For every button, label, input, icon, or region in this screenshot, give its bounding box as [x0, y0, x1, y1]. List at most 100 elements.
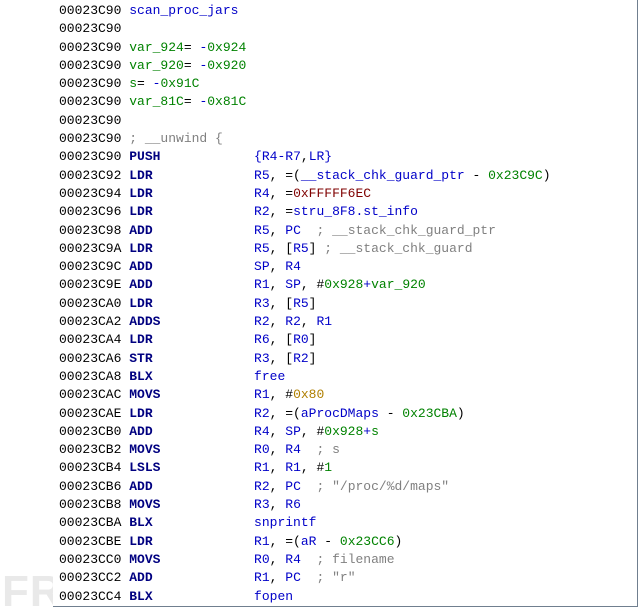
address: 00023CB2: [59, 442, 129, 457]
token: LDR: [129, 204, 254, 219]
token: 0x23CBA: [402, 406, 457, 421]
disasm-line[interactable]: 00023CA6 STR R3, [R2]: [59, 350, 637, 368]
token: R2: [254, 314, 270, 329]
token: {R4: [254, 149, 277, 164]
token: ,: [270, 424, 286, 439]
token: ; s: [316, 442, 339, 457]
token: =: [184, 58, 200, 73]
disasm-line[interactable]: 00023CB8 MOVS R3, R6: [59, 496, 637, 514]
token: MOVS: [129, 442, 254, 457]
token: MOVS: [129, 387, 254, 402]
address: 00023CBE: [59, 534, 129, 549]
disasm-line[interactable]: 00023C9E ADD R1, SP, #0x928+var_920: [59, 276, 637, 294]
disasm-line[interactable]: 00023CC4 BLX fopen: [59, 588, 637, 606]
address: 00023C9A: [59, 241, 129, 256]
disasm-line[interactable]: 00023CAC MOVS R1, #0x80: [59, 386, 637, 404]
token: LDR: [129, 332, 254, 347]
token: MOVS: [129, 552, 254, 567]
token: R2: [254, 479, 270, 494]
token: 0x924: [207, 40, 246, 55]
token: BLX: [129, 369, 254, 384]
token: R0: [254, 552, 270, 567]
disasm-line[interactable]: 00023CB4 LSLS R1, R1, #1: [59, 459, 637, 477]
disasm-line[interactable]: 00023C90 s= -0x91C: [59, 75, 637, 93]
token: , [: [270, 332, 293, 347]
disasm-line[interactable]: 00023CA2 ADDS R2, R2, R1: [59, 313, 637, 331]
token: ADD: [129, 479, 254, 494]
disasm-line[interactable]: 00023C98 ADD R5, PC ; __stack_chk_guard_…: [59, 222, 637, 240]
token: PC: [285, 570, 301, 585]
token: ): [543, 168, 551, 183]
disasm-line[interactable]: 00023C9C ADD SP, R4: [59, 258, 637, 276]
address: 00023C90: [59, 149, 129, 164]
disasm-line[interactable]: 00023C90 var_924= -0x924: [59, 39, 637, 57]
disasm-line[interactable]: 00023CBE LDR R1, =(aR - 0x23CC6): [59, 533, 637, 551]
token: __stack_chk_guard_ptr: [301, 168, 465, 183]
token: [301, 223, 317, 238]
token: R6: [254, 332, 270, 347]
token: fopen: [254, 589, 293, 604]
disasm-line[interactable]: 00023C90: [59, 112, 637, 130]
disasm-line[interactable]: 00023CC2 ADD R1, PC ; "r": [59, 569, 637, 587]
token: 0x928: [324, 424, 363, 439]
token: , [: [270, 241, 293, 256]
disasm-line[interactable]: 00023C90 scan_proc_jars: [59, 2, 637, 20]
token: R1: [316, 314, 332, 329]
disasm-line[interactable]: 00023C90 var_920= -0x920: [59, 57, 637, 75]
token: ): [395, 534, 403, 549]
disasm-line[interactable]: 00023CBA BLX snprintf: [59, 514, 637, 532]
address: 00023C98: [59, 223, 129, 238]
token: -: [379, 406, 402, 421]
disasm-line[interactable]: 00023C90: [59, 20, 637, 38]
token: R4: [254, 424, 270, 439]
disasm-line[interactable]: 00023C9A LDR R5, [R5] ; __stack_chk_guar…: [59, 240, 637, 258]
token: LSLS: [129, 460, 254, 475]
address: 00023CB0: [59, 424, 129, 439]
token: ; __unwind {: [129, 131, 223, 146]
disasm-line[interactable]: 00023CAE LDR R2, =(aProcDMaps - 0x23CBA): [59, 405, 637, 423]
token: var_924: [129, 40, 184, 55]
address: 00023C9C: [59, 259, 129, 274]
disassembly-view[interactable]: 00023C90 scan_proc_jars00023C90 00023C90…: [53, 0, 638, 607]
token: LDR: [129, 406, 254, 421]
token: ADD: [129, 570, 254, 585]
token: =: [184, 94, 200, 109]
disasm-line[interactable]: 00023C92 LDR R5, =(__stack_chk_guard_ptr…: [59, 167, 637, 185]
disasm-line[interactable]: 00023CA0 LDR R3, [R5]: [59, 295, 637, 313]
disasm-line[interactable]: 00023C94 LDR R4, =0xFFFFF6EC: [59, 185, 637, 203]
token: MOVS: [129, 497, 254, 512]
token: [301, 552, 317, 567]
token: scan_proc_jars: [129, 3, 238, 18]
token: [301, 442, 317, 457]
disasm-line[interactable]: 00023CA4 LDR R6, [R0]: [59, 331, 637, 349]
token: LDR: [129, 186, 254, 201]
token: R2: [293, 351, 309, 366]
token: ; __stack_chk_guard_ptr: [316, 223, 495, 238]
disasm-line[interactable]: 00023C90 var_81C= -0x81C: [59, 93, 637, 111]
token: PUSH: [129, 149, 254, 164]
disasm-line[interactable]: 00023C90 ; __unwind {: [59, 130, 637, 148]
token: ,: [301, 149, 309, 164]
token: LDR: [129, 168, 254, 183]
disasm-line[interactable]: 00023C90 PUSH {R4-R7,LR}: [59, 148, 637, 166]
token: SP: [285, 424, 301, 439]
address: 00023C90: [59, 131, 129, 146]
disasm-line[interactable]: 00023CA8 BLX free: [59, 368, 637, 386]
token: R4: [285, 552, 301, 567]
token: ]: [309, 296, 317, 311]
token: R5: [293, 241, 309, 256]
disasm-line[interactable]: 00023CC0 MOVS R0, R4 ; filename: [59, 551, 637, 569]
disasm-line[interactable]: 00023CB0 ADD R4, SP, #0x928+s: [59, 423, 637, 441]
token: 0x81C: [207, 94, 246, 109]
token: R5: [254, 241, 270, 256]
token: , #: [301, 277, 324, 292]
token: ,: [270, 277, 286, 292]
token: ]: [309, 332, 317, 347]
token: BLX: [129, 589, 254, 604]
disasm-line[interactable]: 00023CB6 ADD R2, PC ; "/proc/%d/maps": [59, 478, 637, 496]
disasm-line[interactable]: 00023CB2 MOVS R0, R4 ; s: [59, 441, 637, 459]
token: , #: [301, 424, 324, 439]
token: ,: [270, 497, 286, 512]
token: ADD: [129, 223, 254, 238]
disasm-line[interactable]: 00023C96 LDR R2, =stru_8F8.st_info: [59, 203, 637, 221]
